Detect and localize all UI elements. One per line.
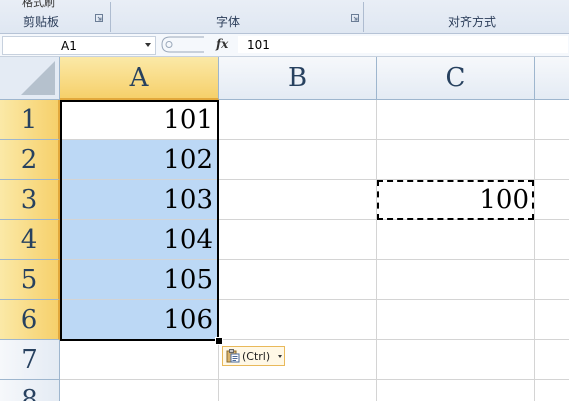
cell-b3[interactable] (219, 180, 377, 220)
formula-bar-splitter-icon[interactable] (160, 36, 208, 53)
name-box[interactable]: A1 (2, 36, 156, 55)
cell-b1[interactable] (219, 100, 377, 140)
row-header-1[interactable]: 1 (0, 100, 60, 140)
clipboard-group: 剪贴板 (0, 8, 110, 32)
cell-c1[interactable] (377, 100, 535, 140)
ribbon: 格式刷 剪贴板 字体 对齐方式 (0, 0, 569, 34)
ribbon-top-fragment: 格式刷 (0, 0, 569, 9)
formula-input-value: 101 (247, 38, 270, 52)
cell-d1[interactable] (535, 100, 569, 140)
cell-a6[interactable]: 106 (60, 300, 219, 340)
cell-c2[interactable] (377, 140, 535, 180)
dialog-launcher-icon[interactable] (351, 14, 359, 22)
insert-function-icon[interactable]: fx (216, 37, 228, 51)
cell-d7[interactable] (535, 340, 569, 380)
cell-b2[interactable] (219, 140, 377, 180)
cell-a4[interactable]: 104 (60, 220, 219, 260)
formula-bar: A1 fx 101 (0, 34, 569, 57)
paste-options-label: (Ctrl) (242, 350, 271, 363)
paste-options-button[interactable]: (Ctrl) (222, 346, 285, 366)
chevron-down-icon (278, 355, 282, 358)
cell-a3[interactable]: 103 (60, 180, 219, 220)
chevron-down-icon[interactable] (145, 43, 151, 47)
column-header-b[interactable]: B (219, 57, 377, 100)
cell-a5[interactable]: 105 (60, 260, 219, 300)
row-header-6[interactable]: 6 (0, 300, 60, 340)
name-box-value: A1 (61, 39, 77, 53)
alignment-group: 对齐方式 (364, 8, 569, 32)
row-header-8[interactable]: 8 (0, 380, 60, 401)
cell-c3-copied[interactable]: 100 (377, 180, 534, 220)
cell-b4[interactable] (219, 220, 377, 260)
select-all-button[interactable] (0, 57, 60, 100)
clipboard-group-label: 剪贴板 (23, 15, 60, 29)
cell-a2[interactable]: 102 (60, 140, 219, 180)
column-header-d[interactable] (535, 57, 569, 100)
column-header-a[interactable]: A (60, 57, 219, 100)
row-header-4[interactable]: 4 (0, 220, 60, 260)
cell-d4[interactable] (535, 220, 569, 260)
cell-c8[interactable] (377, 380, 535, 401)
row-header-2[interactable]: 2 (0, 140, 60, 180)
cell-d2[interactable] (535, 140, 569, 180)
select-all-triangle-icon (21, 61, 55, 95)
cell-d3[interactable] (535, 180, 569, 220)
cell-c4[interactable] (377, 220, 535, 260)
row-header-7[interactable]: 7 (0, 340, 60, 380)
row-header-3[interactable]: 3 (0, 180, 60, 220)
cell-a7[interactable] (60, 340, 219, 380)
cell-a1[interactable]: 101 (60, 100, 219, 140)
font-group-label: 字体 (216, 15, 241, 29)
alignment-group-label: 对齐方式 (448, 15, 497, 29)
cell-b8[interactable] (219, 380, 377, 401)
cell-c6[interactable] (377, 300, 535, 340)
cell-d8[interactable] (535, 380, 569, 401)
row-header-5[interactable]: 5 (0, 260, 60, 300)
cell-d6[interactable] (535, 300, 569, 340)
font-group: 字体 (111, 8, 363, 32)
cell-d5[interactable] (535, 260, 569, 300)
column-header-c[interactable]: C (377, 57, 535, 100)
clipboard-icon (226, 349, 240, 363)
dialog-launcher-icon[interactable] (95, 14, 103, 22)
cell-c5[interactable] (377, 260, 535, 300)
cell-b5[interactable] (219, 260, 377, 300)
formula-input[interactable]: 101 (238, 36, 568, 53)
fill-handle[interactable] (215, 337, 223, 345)
cell-b6[interactable] (219, 300, 377, 340)
cell-c7[interactable] (377, 340, 535, 380)
cell-a8[interactable] (60, 380, 219, 401)
